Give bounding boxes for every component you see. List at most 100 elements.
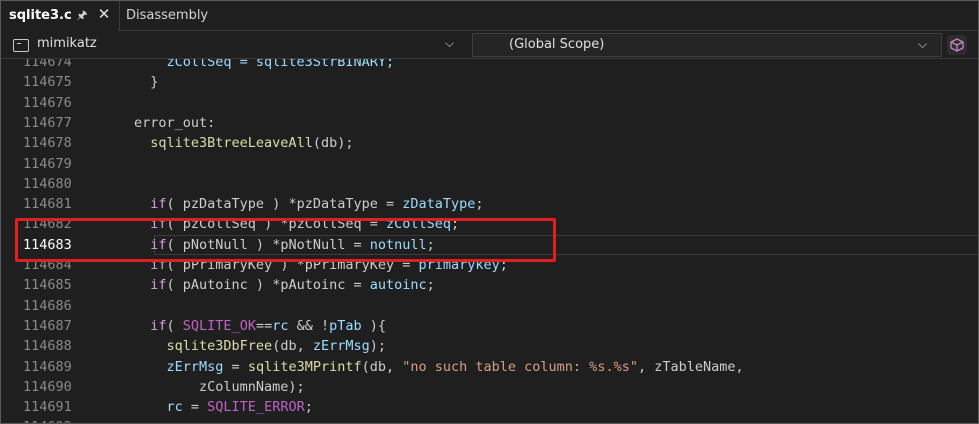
line-number: 114685: [23, 277, 72, 294]
code-token: if: [150, 196, 167, 213]
code-text[interactable]: sqlite3DbFree(db, zErrMsg);: [134, 336, 386, 356]
project-icon: [13, 39, 29, 52]
chevron-down-icon[interactable]: ⌵: [918, 37, 927, 52]
code-token: sqlite3MPrintf: [247, 358, 362, 375]
line-number: 114690: [23, 378, 72, 395]
code-token: rc: [166, 399, 183, 416]
code-token: );: [369, 338, 386, 355]
member-dropdown-button[interactable]: [947, 35, 967, 55]
code-token: error_out:: [134, 114, 216, 131]
code-line[interactable]: 114676: [1, 93, 978, 113]
code-token: sqlite3BtreeLeaveAll: [150, 135, 313, 152]
code-text[interactable]: }: [134, 72, 158, 92]
line-number: 114681: [23, 196, 72, 213]
code-line[interactable]: 114691 rc = SQLITE_ERROR;: [1, 397, 978, 417]
code-token: SQLITE_ERROR: [207, 399, 305, 416]
code-text[interactable]: zCollSeq = sqlite3StrBINARY;: [134, 59, 395, 72]
pin-icon[interactable]: 🖈: [75, 8, 89, 22]
code-token: ;: [475, 196, 484, 213]
code-line[interactable]: 114679: [1, 154, 978, 174]
code-token: zErrMsg: [166, 358, 224, 375]
tab-disassembly[interactable]: Disassembly: [119, 1, 240, 30]
code-text[interactable]: zErrMsg = sqlite3MPrintf(db, "no such ta…: [134, 357, 744, 377]
tab-label: sqlite3.c: [9, 8, 72, 23]
line-number: 114691: [23, 399, 72, 416]
code-line[interactable]: 114680: [1, 174, 978, 194]
code-token: zErrMsg: [312, 338, 370, 355]
code-line[interactable]: 114674 zCollSeq = sqlite3StrBINARY;: [1, 59, 978, 72]
code-text[interactable]: if( SQLITE_OK==rc && !pTab ){: [134, 316, 386, 336]
code-text[interactable]: if( pzDataType ) *pzDataType = zDataType…: [134, 194, 484, 214]
code-token: ( pzDataType ) *pzDataType =: [166, 196, 403, 213]
code-line[interactable]: 114678 sqlite3BtreeLeaveAll(db);: [1, 133, 978, 153]
line-number: 114686: [23, 297, 72, 314]
code-token: (: [166, 317, 183, 334]
line-number: 114677: [23, 114, 72, 131]
code-token: ){: [361, 317, 387, 334]
code-token: zCollSeq = sqlite3StrBINARY;: [134, 59, 395, 70]
code-token: ==: [255, 317, 273, 334]
code-token: =: [182, 399, 208, 416]
line-number: 114692: [23, 417, 83, 423]
close-icon[interactable]: ✕: [97, 7, 111, 22]
code-token: (db,: [272, 338, 313, 355]
code-text[interactable]: zColumnName);: [134, 377, 305, 397]
cube-icon: [950, 38, 964, 52]
code-token: sqlite3DbFree: [166, 338, 273, 355]
line-number: 114676: [23, 94, 72, 111]
code-token: if: [150, 317, 167, 334]
code-line[interactable]: 114675 }: [1, 72, 978, 92]
code-token: , zTableName,: [637, 358, 744, 375]
code-token: zDataType: [402, 196, 476, 213]
code-token: "no such table column: %s.%s": [402, 358, 638, 375]
code-token: rc: [272, 317, 289, 334]
code-line[interactable]: 114677 error_out:: [1, 113, 978, 133]
code-line[interactable]: 114689 zErrMsg = sqlite3MPrintf(db, "no …: [1, 357, 978, 377]
tab-sqlite3-c[interactable]: sqlite3.c 🖈 ✕: [1, 1, 118, 32]
line-number: 114689: [23, 358, 72, 375]
scope-label: (Global Scope): [509, 37, 605, 52]
code-line[interactable]: 114692: [1, 417, 978, 423]
code-token: ( pAutoinc ) *pAutoinc =: [166, 277, 370, 294]
code-line[interactable]: 114688 sqlite3DbFree(db, zErrMsg);: [1, 336, 978, 356]
code-text[interactable]: if( pAutoinc ) *pAutoinc = autoinc;: [134, 275, 435, 295]
code-token: && !: [288, 317, 330, 334]
code-token: (db);: [312, 135, 354, 152]
code-line[interactable]: 114686: [1, 296, 978, 316]
scope-dropdown[interactable]: (Global Scope) ⌵: [472, 33, 942, 57]
code-token: =: [223, 358, 248, 375]
code-token: ;: [426, 277, 435, 294]
line-number: 114680: [23, 175, 72, 192]
code-line[interactable]: 114681 if( pzDataType ) *pzDataType = zD…: [1, 194, 978, 214]
code-token: ;: [304, 399, 313, 416]
code-text[interactable]: rc = SQLITE_ERROR;: [134, 397, 313, 417]
code-text[interactable]: error_out:: [134, 113, 215, 133]
line-number: 114687: [23, 317, 72, 334]
navigation-bar: mimikatz ⌵ (Global Scope) ⌵: [1, 31, 978, 59]
code-token: pTab: [329, 317, 362, 334]
project-dropdown[interactable]: mimikatz: [37, 36, 97, 51]
code-token: autoinc: [369, 277, 427, 294]
line-number: 114678: [23, 135, 72, 152]
code-line[interactable]: 114690 zColumnName);: [1, 377, 978, 397]
code-text[interactable]: sqlite3BtreeLeaveAll(db);: [134, 133, 353, 153]
line-number: 114679: [23, 155, 72, 172]
chevron-down-icon[interactable]: ⌵: [445, 36, 454, 51]
code-token: zColumnName);: [134, 378, 305, 395]
annotation-highlight-box: [15, 218, 556, 262]
code-token: (db,: [361, 358, 403, 375]
line-number: 114675: [23, 74, 72, 91]
code-line[interactable]: 114685 if( pAutoinc ) *pAutoinc = autoin…: [1, 275, 978, 295]
ide-window: sqlite3.c 🖈 ✕ Disassembly mimikatz ⌵ (Gl…: [0, 0, 979, 424]
line-number: 114674: [23, 59, 72, 70]
code-token: SQLITE_OK: [182, 317, 256, 334]
line-number: 114688: [23, 338, 72, 355]
tab-bar: sqlite3.c 🖈 ✕ Disassembly: [1, 1, 978, 32]
code-line[interactable]: 114687 if( SQLITE_OK==rc && !pTab ){: [1, 316, 978, 336]
